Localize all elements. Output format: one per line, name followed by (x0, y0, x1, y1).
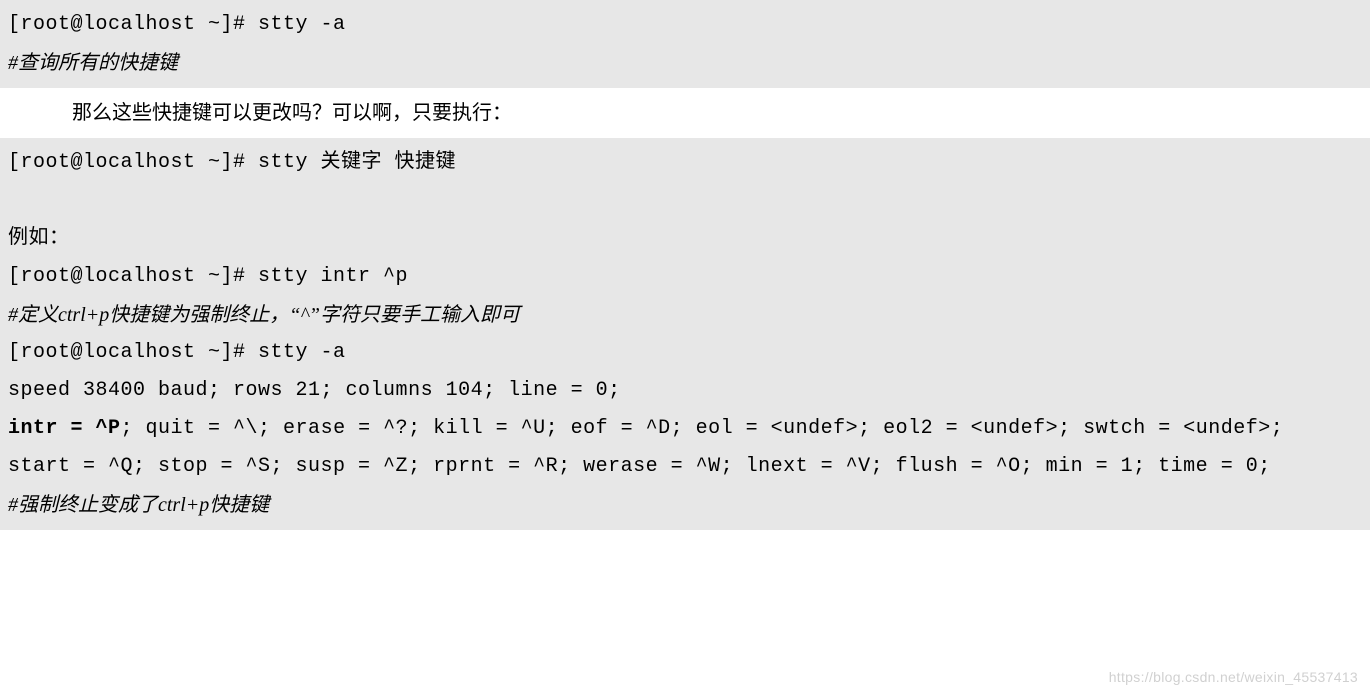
code-comment: #定义ctrl+p快捷键为强制终止，“^”字符只要手工输入即可 (8, 296, 1362, 334)
output-segment: ; quit = ^\; erase = ^?; kill = ^U; eof … (121, 417, 1284, 440)
document-container: [root@localhost ~]# stty -a #查询所有的快捷键 那么… (0, 0, 1370, 697)
watermark-text: https://blog.csdn.net/weixin_45537413 (1109, 664, 1358, 691)
blank-line (8, 182, 1362, 220)
terminal-output: intr = ^P; quit = ^\; erase = ^?; kill =… (8, 410, 1362, 448)
code-block-1: [root@localhost ~]# stty -a #查询所有的快捷键 (0, 0, 1370, 88)
terminal-line: [root@localhost ~]# stty -a (8, 6, 1362, 44)
example-label: 例如： (8, 220, 1362, 258)
terminal-line: [root@localhost ~]# stty intr ^p (8, 258, 1362, 296)
code-comment: #强制终止变成了ctrl+p快捷键 (8, 486, 1362, 524)
bold-segment: intr = ^P (8, 417, 121, 440)
terminal-output: start = ^Q; stop = ^S; susp = ^Z; rprnt … (8, 448, 1362, 486)
terminal-output: speed 38400 baud; rows 21; columns 104; … (8, 372, 1362, 410)
code-comment: #查询所有的快捷键 (8, 44, 1362, 82)
narrative-text: 那么这些快捷键可以更改吗？可以啊，只要执行： (0, 88, 1370, 138)
terminal-line: [root@localhost ~]# stty -a (8, 334, 1362, 372)
terminal-line: [root@localhost ~]# stty 关键字 快捷键 (8, 144, 1362, 182)
code-block-2: [root@localhost ~]# stty 关键字 快捷键 例如： [ro… (0, 138, 1370, 530)
